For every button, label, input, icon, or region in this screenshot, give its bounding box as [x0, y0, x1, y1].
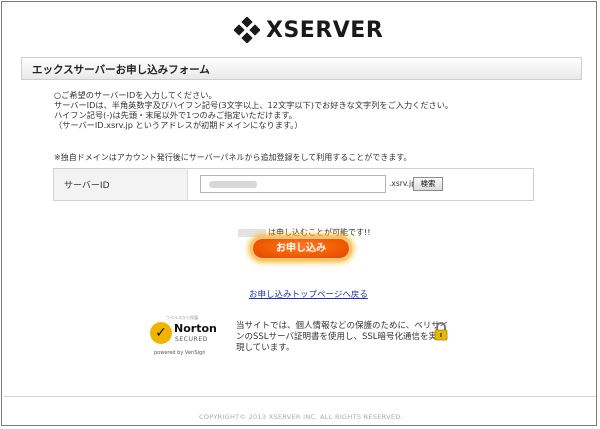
back-to-top-link[interactable]: お申し込みトップページへ戻る [249, 288, 368, 300]
instructions: ○ご希望のサーバーIDを入力してください。 サーバーIDは、半角英数字及びハイフ… [54, 90, 453, 130]
availability-text: は申し込むことが可能です!! [268, 228, 371, 237]
norton-small-label: ウイルスから保護 [166, 315, 198, 320]
search-button[interactable]: 検索 [413, 177, 443, 191]
domain-suffix: .xsrv.jp [389, 179, 416, 188]
server-id-table: サーバーID .xsrv.jp 検索 [53, 168, 534, 201]
norton-secured-seal[interactable]: ウイルスから保護 ✓ Norton SECURED powered by Ver… [150, 315, 217, 358]
xserver-diamond-icon [234, 17, 260, 43]
availability-message: は申し込むことが可能です!! [238, 227, 370, 238]
redacted-id [238, 228, 266, 237]
logo-text: XSERVER [266, 17, 384, 43]
instruction-line: ハイフン記号(-)は先頭・末尾以外で1つのみご指定いただけます。 [54, 110, 297, 120]
instruction-line: サーバーIDは、半角英数字及びハイフン記号(3文字以上、12文字以下)でお好きな… [54, 100, 454, 110]
ssl-line: 当サイトでは、個人情報などの保護のために、ベリサイ [236, 321, 449, 331]
checkmark-icon: ✓ [150, 322, 172, 344]
apply-button[interactable]: お申し込み [253, 239, 349, 258]
ssl-line: ンのSSLサーバ証明書を使用し、SSL暗号化通信を実 [236, 332, 437, 342]
footer-copyright: COPYRIGHT© 2013 XSERVER INC. ALL RIGHTS … [199, 413, 403, 421]
xserver-logo: XSERVER [234, 16, 383, 44]
instruction-line: （サーバーID.xsrv.jp というアドレスが初期ドメインになります。） [54, 120, 303, 130]
lock-icon [434, 322, 448, 341]
ssl-line: 現しています。 [236, 343, 295, 353]
page-frame: XSERVER エックスサーバーお申し込みフォーム ○ご希望のサーバーIDを入力… [1, 1, 597, 426]
instruction-line: ○ご希望のサーバーIDを入力してください。 [54, 90, 217, 100]
footer-divider [4, 396, 596, 397]
form-title: エックスサーバーお申し込みフォーム [32, 64, 210, 76]
server-id-redacted [209, 181, 257, 188]
server-id-input[interactable] [200, 175, 386, 193]
norton-secured-label: SECURED [175, 336, 208, 343]
server-id-label: サーバーID [54, 169, 188, 200]
norton-powered-label: powered by VeriSign [154, 350, 206, 356]
server-id-input-cell: .xsrv.jp 検索 [188, 169, 533, 200]
norton-word: Norton [174, 322, 217, 335]
form-header: エックスサーバーお申し込みフォーム [21, 57, 582, 80]
ssl-description: 当サイトでは、個人情報などの保護のために、ベリサイ ンのSSLサーバ証明書を使用… [236, 321, 448, 354]
domain-note: ※独自ドメインはアカウント発行後にサーバーパネルから追加登録をして利用することが… [54, 153, 412, 162]
